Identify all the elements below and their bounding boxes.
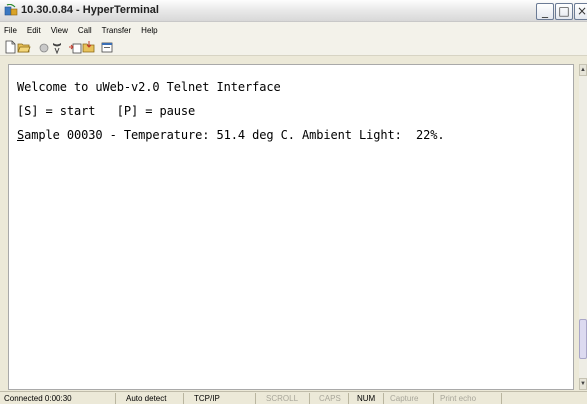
terminal-line-commands: [S] = start [P] = pause: [17, 104, 196, 118]
status-protocol: TCP/IP: [190, 393, 256, 404]
scroll-thumb[interactable]: [579, 319, 587, 359]
scroll-up-button[interactable]: ▲: [579, 64, 587, 76]
vertical-scrollbar[interactable]: ▲ ▼: [579, 64, 587, 390]
close-icon: ×: [576, 4, 587, 18]
maximize-button[interactable]: □: [555, 3, 573, 20]
status-connected: Connected 0:00:30: [0, 393, 116, 404]
open-icon[interactable]: [17, 40, 31, 54]
properties-icon[interactable]: [100, 40, 114, 54]
new-connection-icon[interactable]: [3, 40, 17, 54]
menu-view[interactable]: View: [50, 26, 69, 35]
menu-bar: File Edit View Call Transfer Help: [0, 22, 587, 38]
terminal-line-sample: Sample 00030 - Temperature: 51.4 deg C. …: [17, 128, 445, 142]
hyperterminal-icon: [4, 4, 18, 16]
scroll-down-button[interactable]: ▼: [579, 378, 587, 390]
disconnect-phone-icon[interactable]: [50, 40, 64, 54]
disconnect-icon[interactable]: [37, 40, 51, 54]
menu-edit[interactable]: Edit: [26, 26, 42, 35]
toolbar: [0, 38, 587, 56]
status-scroll: SCROLL: [262, 393, 310, 404]
minimize-button[interactable]: _: [536, 3, 554, 20]
send-icon[interactable]: [68, 40, 82, 54]
window-title: 10.30.0.84 - HyperTerminal: [21, 4, 159, 16]
status-capture: Capture: [386, 393, 434, 404]
menu-call[interactable]: Call: [77, 26, 93, 35]
status-detect: Auto detect: [122, 393, 184, 404]
status-caps: CAPS: [315, 393, 349, 404]
menu-help[interactable]: Help: [140, 26, 158, 35]
minimize-icon: _: [542, 4, 548, 18]
terminal-line-welcome: Welcome to uWeb-v2.0 Telnet Interface: [17, 80, 281, 94]
title-bar: 10.30.0.84 - HyperTerminal _ □ ×: [0, 0, 587, 22]
menu-transfer[interactable]: Transfer: [101, 26, 133, 35]
status-bar: Connected 0:00:30 Auto detect TCP/IP SCR…: [0, 391, 587, 404]
status-print-echo: Print echo: [436, 393, 502, 404]
maximize-icon: □: [558, 4, 570, 18]
receive-icon[interactable]: [82, 40, 96, 54]
menu-file[interactable]: File: [3, 26, 18, 35]
close-button[interactable]: ×: [574, 3, 587, 20]
sample-text: ample 00030 - Temperature: 51.4 deg C. A…: [24, 128, 445, 142]
status-num: NUM: [353, 393, 384, 404]
